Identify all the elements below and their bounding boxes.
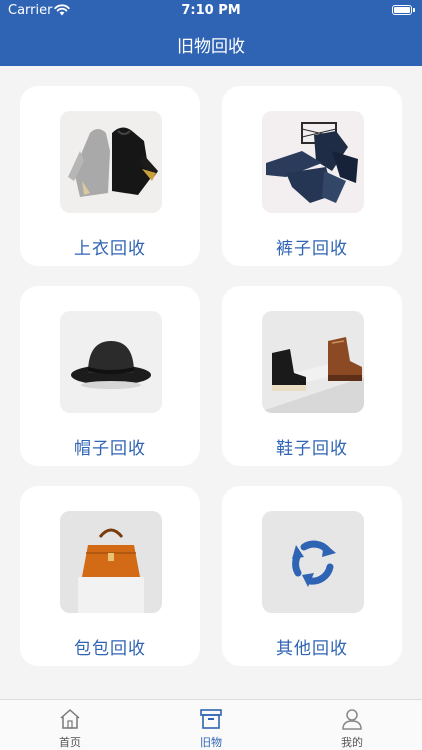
- category-label: 裤子回收: [276, 239, 348, 259]
- tab-label: 旧物: [200, 736, 222, 749]
- category-label: 鞋子回收: [276, 439, 348, 459]
- tab-label: 首页: [59, 736, 81, 749]
- battery-icon: [392, 5, 415, 15]
- category-card-bags[interactable]: 包包回收: [20, 486, 200, 666]
- category-grid: 上衣回收 裤子回收 帽子回收 鞋子回收 包包回收 其他回收: [20, 86, 402, 666]
- handbag-image: [60, 511, 162, 613]
- status-bar: Carrier 7:10 PM: [0, 0, 422, 22]
- tab-used-goods[interactable]: 旧物: [141, 700, 281, 750]
- home-icon: [60, 709, 80, 729]
- boots-image: [262, 311, 364, 413]
- category-card-hats[interactable]: 帽子回收: [20, 286, 200, 466]
- jacket-image: [60, 111, 162, 213]
- category-card-tops[interactable]: 上衣回收: [20, 86, 200, 266]
- hat-image: [60, 311, 162, 413]
- page-title: 旧物回收: [177, 37, 245, 57]
- bottom-tab-bar: 首页 旧物 我的: [0, 699, 422, 750]
- pants-image: [262, 111, 364, 213]
- category-card-shoes[interactable]: 鞋子回收: [222, 286, 402, 466]
- category-label: 其他回收: [276, 639, 348, 659]
- category-card-other[interactable]: 其他回收: [222, 486, 402, 666]
- tab-profile[interactable]: 我的: [282, 700, 422, 750]
- category-label: 帽子回收: [74, 439, 146, 459]
- tab-label: 我的: [341, 736, 363, 749]
- recycle-icon: [262, 511, 364, 613]
- profile-icon: [342, 709, 362, 730]
- status-time: 7:10 PM: [181, 3, 241, 18]
- tab-home[interactable]: 首页: [0, 700, 140, 750]
- category-label: 上衣回收: [74, 239, 146, 259]
- category-label: 包包回收: [74, 639, 146, 659]
- category-card-pants[interactable]: 裤子回收: [222, 86, 402, 266]
- app-header: Carrier 7:10 PM 旧物回收: [0, 0, 422, 66]
- box-icon: [200, 709, 222, 729]
